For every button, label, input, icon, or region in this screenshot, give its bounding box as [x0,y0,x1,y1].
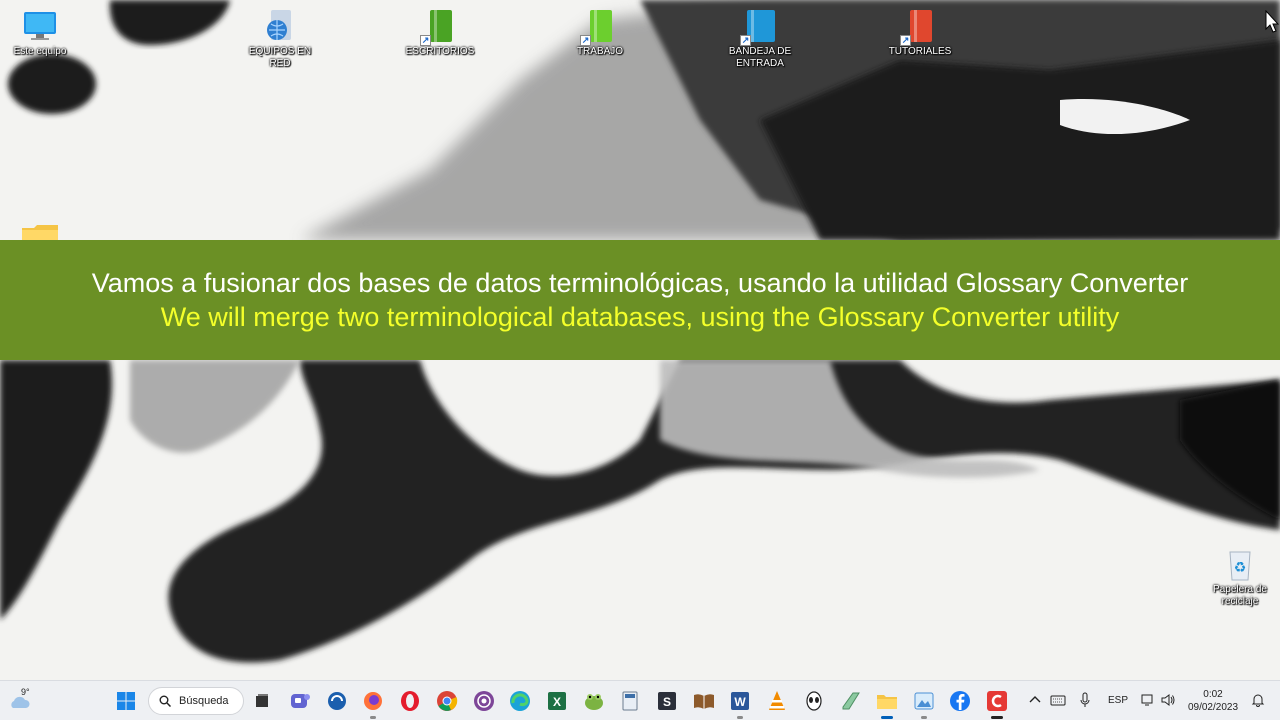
app-blue-circle-icon [328,692,346,710]
bell-icon [1251,694,1265,707]
mouse-cursor-icon [1265,9,1280,39]
cloud-icon [11,696,30,708]
teams-icon [291,694,310,708]
vlc-icon [769,691,785,710]
system-clock[interactable]: 0:02 09/02/2023 [1184,688,1242,714]
volume-button[interactable] [1160,692,1176,708]
excel-button[interactable]: X [545,689,569,713]
svg-text:S: S [663,695,671,709]
desktop-icon-bandeja-de-entrada[interactable]: ↗ BANDEJA DE ENTRADA [718,4,802,70]
network-icon [262,8,298,44]
photos-icon [914,692,934,710]
chevron-up-icon [1029,696,1041,703]
sublime-button[interactable]: S [655,689,679,713]
chrome-button[interactable] [435,689,459,713]
clock-time: 0:02 [1203,689,1223,700]
word-icon: W [731,692,749,710]
firefox-icon [364,692,382,710]
blue-book-icon: ↗ [740,8,778,46]
opera-button[interactable] [398,689,422,713]
green-book-icon: ↗ [580,8,618,46]
firefox-button[interactable] [361,689,385,719]
green-notes-icon [842,692,860,710]
computer-icon [22,8,58,44]
start-button[interactable] [114,689,138,713]
keyboard-icon [1050,695,1066,706]
chrome-icon [437,691,458,711]
subtitle-banner: Vamos a fusionar dos bases de datos term… [0,240,1280,360]
edge-icon [510,691,530,711]
start-icon [117,692,135,710]
desktop-icon-papelera-de-reciclaje[interactable]: ♻ Papelera de reciclaje [1198,542,1280,608]
desktop-icon-equipos-en-red[interactable]: EQUIPOS EN RED [238,4,322,70]
language-indicator[interactable]: ESP [1108,695,1128,706]
alien-app-icon [806,691,822,711]
weather-widget[interactable]: 9° [6,687,40,715]
frog-app-button[interactable] [582,689,606,713]
word-button[interactable]: W [728,689,752,719]
keyboard-button[interactable] [1050,693,1066,707]
subtitle-english: We will merge two terminological databas… [160,302,1120,332]
tor-icon [474,691,494,711]
opera-icon [401,691,419,711]
desktop-icon-este-equipo[interactable]: Este equipo [0,4,82,58]
svg-text:W: W [734,695,746,709]
tray-overflow-button[interactable] [1028,693,1042,707]
desktop-icon-label: Papelera de reciclaje [1213,584,1267,607]
volume-icon [1161,694,1175,706]
frog-app-icon [585,694,603,710]
calculator-icon [622,691,638,711]
svg-text:X: X [553,695,561,709]
edge-button[interactable] [508,689,532,713]
search-label: Búsqueda [179,695,229,707]
weather-temperature: 9° [21,687,30,697]
microphone-icon [1080,692,1090,707]
desktop-icon-label: EQUIPOS EN RED [248,46,312,69]
taskbar-search[interactable]: Búsqueda [148,687,244,715]
facebook-icon [950,691,970,711]
teams-button[interactable] [288,689,312,713]
network-status-icon [1141,694,1153,706]
microphone-button[interactable] [1078,692,1092,708]
taskbar: 9° Búsqueda X S W ESP 0:02 09/02/2023 [0,680,1280,720]
desktop-icon-tutoriales[interactable]: ↗ TUTORIALES [878,4,962,58]
red-app-icon [987,691,1007,711]
vlc-button[interactable] [765,689,789,713]
red-book-icon: ↗ [900,8,938,46]
desktop-icon-trabajo[interactable]: ↗ TRABAJO [558,4,642,58]
app-blue-circle-button[interactable] [325,689,349,713]
desktop-icon-label: TRABAJO [576,46,624,57]
recycle-bin-icon: ♻ [1222,546,1258,582]
desktop-icon-label: BANDEJA DE ENTRADA [728,46,792,69]
network-status-button[interactable] [1140,692,1156,708]
file-explorer-button[interactable] [875,689,899,719]
svg-text:♻: ♻ [1234,560,1247,576]
desktop-icon-escritorios[interactable]: ↗ ESCRITORIOS [398,4,482,58]
book-reader-button[interactable] [692,689,716,713]
alien-app-button[interactable] [802,689,826,713]
photos-button[interactable] [912,689,936,719]
facebook-button[interactable] [948,689,972,713]
excel-icon: X [548,692,566,710]
book-reader-icon [694,694,714,709]
green-book-icon: ↗ [420,8,458,46]
search-icon [159,695,171,707]
tor-button[interactable] [472,689,496,713]
task-view-icon [256,694,268,707]
green-notes-button[interactable] [839,689,863,713]
subtitle-spanish: Vamos a fusionar dos bases de datos term… [91,268,1189,298]
calculator-button[interactable] [618,689,642,713]
desktop-icon-label: ESCRITORIOS [405,46,475,57]
file-explorer-icon [877,695,897,709]
desktop-icon-label: Este equipo [13,46,67,57]
notification-button[interactable] [1250,692,1266,708]
clock-date: 09/02/2023 [1187,702,1239,713]
task-view-button[interactable] [250,689,274,713]
folder-icon[interactable] [22,224,58,240]
desktop-icon-label: TUTORIALES [888,46,952,57]
red-app-button[interactable] [985,689,1009,719]
sublime-icon: S [658,692,676,710]
